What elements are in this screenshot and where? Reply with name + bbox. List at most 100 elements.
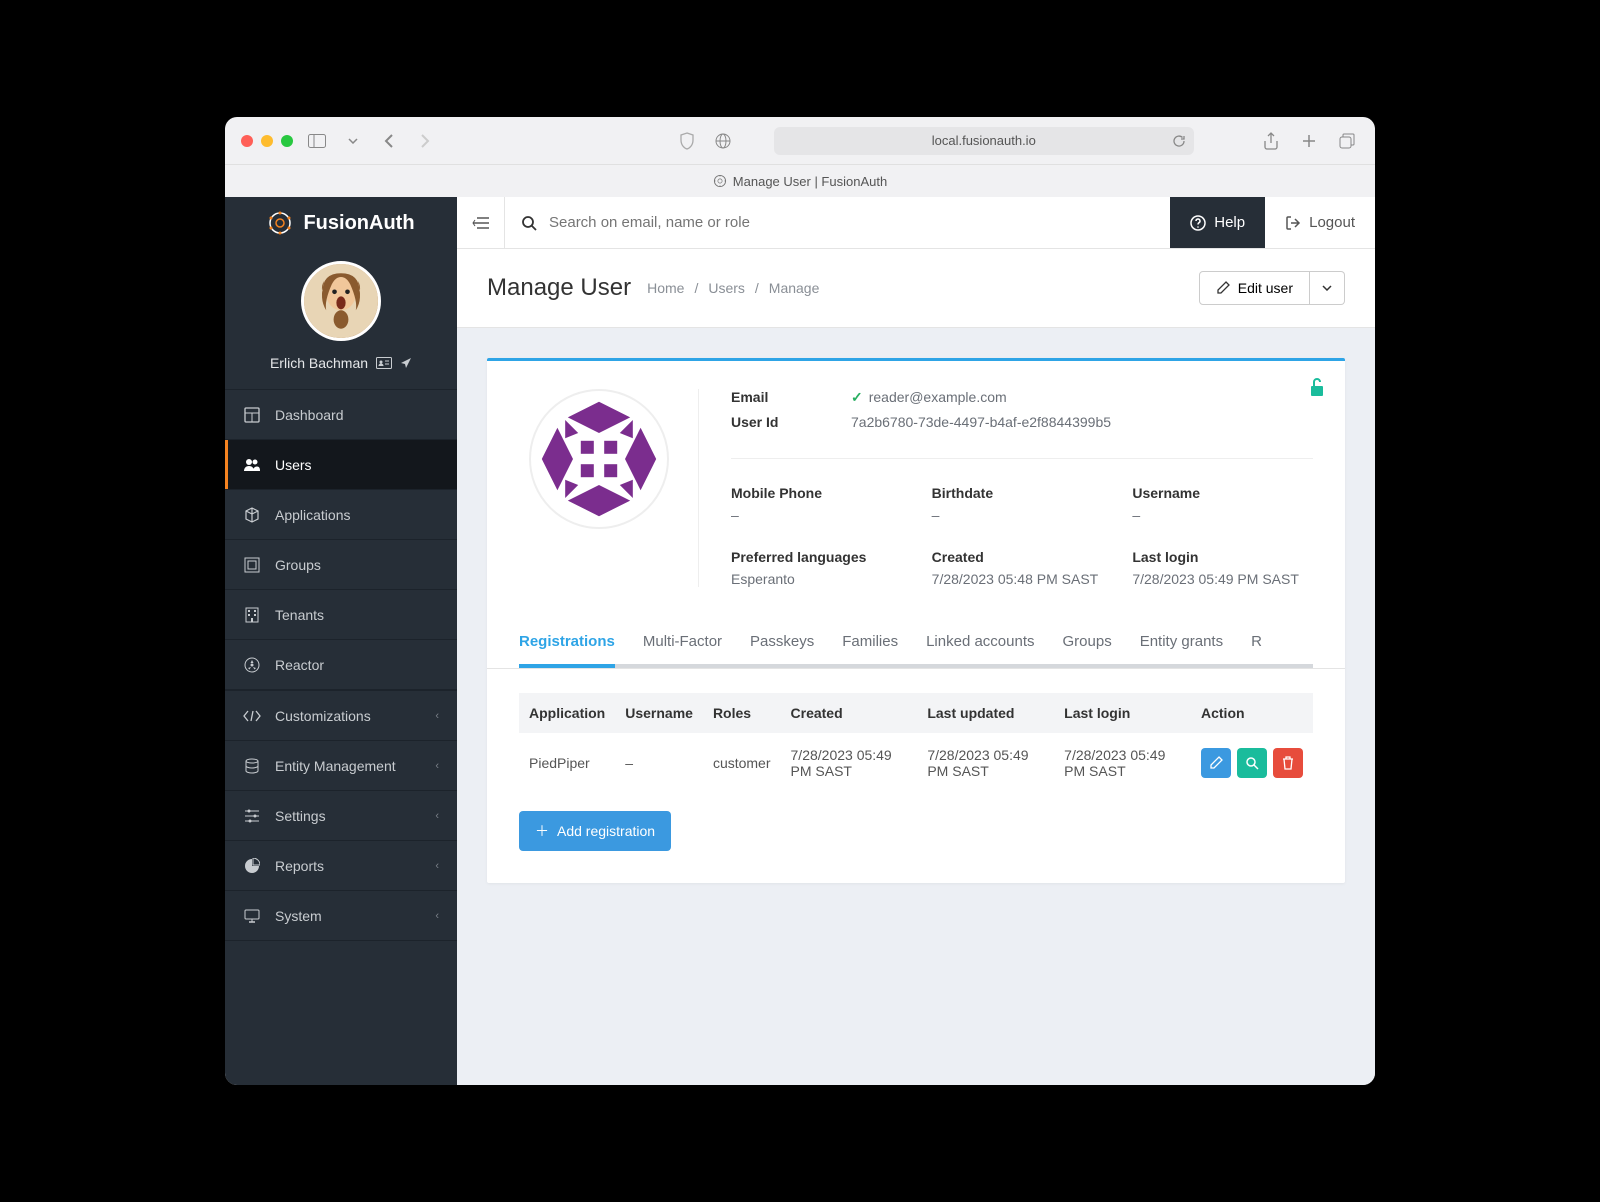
pencil-icon [1209, 756, 1223, 770]
unlock-icon[interactable] [1309, 377, 1325, 397]
minimize-window-button[interactable] [261, 135, 273, 147]
col-application: Application [519, 693, 615, 733]
cell-actions [1191, 733, 1313, 793]
fusionauth-logo-icon [267, 210, 293, 236]
id-card-icon[interactable] [376, 357, 392, 369]
search-input[interactable] [549, 214, 1154, 231]
tab-passkeys[interactable]: Passkeys [750, 615, 814, 668]
tab-title: Manage User | FusionAuth [733, 174, 887, 189]
userid-row: User Id 7a2b6780-73de-4497-b4af-e2f88443… [731, 414, 1313, 430]
nav-applications[interactable]: Applications [225, 490, 457, 540]
plus-icon: ＋ [535, 821, 549, 841]
new-tab-icon[interactable] [1297, 131, 1321, 151]
groups-icon [243, 557, 261, 573]
tab-entity-grants[interactable]: Entity grants [1140, 615, 1223, 668]
cell-last-updated: 7/28/2023 05:49 PM SAST [917, 733, 1054, 793]
nav-tenants[interactable]: Tenants [225, 590, 457, 640]
user-identicon [529, 389, 669, 529]
user-info-column: Email ✓reader@example.com User Id 7a2b67… [699, 389, 1313, 587]
user-avatar-column [519, 389, 699, 587]
help-icon [1190, 215, 1206, 231]
tabs-icon[interactable] [1335, 131, 1359, 151]
chevron-left-icon: ‹ [435, 760, 439, 772]
registrations-table-wrap: Application Username Roles Created Last … [487, 669, 1345, 883]
url-bar[interactable]: local.fusionauth.io [774, 127, 1194, 155]
row-delete-button[interactable] [1273, 748, 1303, 778]
nav-groups[interactable]: Groups [225, 540, 457, 590]
menu-toggle-button[interactable] [457, 197, 505, 248]
nav-entity-management[interactable]: Entity Management ‹ [225, 741, 457, 791]
logout-button[interactable]: Logout [1265, 197, 1375, 248]
nav-system[interactable]: System ‹ [225, 891, 457, 941]
preferred-languages-cell: Preferred languages Esperanto [731, 549, 912, 587]
add-registration-label: Add registration [557, 823, 655, 839]
refresh-icon[interactable] [1172, 134, 1186, 148]
url-text: local.fusionauth.io [932, 133, 1036, 148]
brand-logo[interactable]: FusionAuth [225, 197, 457, 249]
maximize-window-button[interactable] [281, 135, 293, 147]
nav-label: System [275, 908, 322, 924]
globe-icon [711, 131, 735, 151]
edit-user-button[interactable]: Edit user [1199, 271, 1310, 305]
nav-label: Customizations [275, 708, 371, 724]
edit-user-label: Edit user [1238, 280, 1293, 296]
tab-more[interactable]: R [1251, 615, 1262, 668]
cell-last-login: 7/28/2023 05:49 PM SAST [1054, 733, 1191, 793]
cell-username: – [615, 733, 703, 793]
user-overview: Email ✓reader@example.com User Id 7a2b67… [487, 361, 1345, 615]
tab-families[interactable]: Families [842, 615, 898, 668]
location-arrow-icon[interactable] [400, 357, 412, 369]
add-registration-button[interactable]: ＋ Add registration [519, 811, 671, 851]
sidebar-toggle-icon[interactable] [305, 131, 329, 151]
row-view-button[interactable] [1237, 748, 1267, 778]
tab-multi-factor[interactable]: Multi-Factor [643, 615, 722, 668]
window-controls [241, 135, 293, 147]
nav-label: Applications [275, 507, 351, 523]
chevron-down-icon[interactable] [341, 131, 365, 151]
help-label: Help [1214, 214, 1245, 231]
nav-label: Settings [275, 808, 326, 824]
browser-toolbar: local.fusionauth.io [225, 117, 1375, 165]
page-title: Manage User [487, 274, 631, 302]
nav-settings[interactable]: Settings ‹ [225, 791, 457, 841]
nav-users[interactable]: Users [225, 440, 457, 490]
tab-groups[interactable]: Groups [1063, 615, 1112, 668]
code-icon [243, 710, 261, 722]
nav-reports[interactable]: Reports ‹ [225, 841, 457, 891]
cell-created: 7/28/2023 05:49 PM SAST [781, 733, 918, 793]
table-row: PiedPiper – customer 7/28/2023 05:49 PM … [519, 733, 1313, 793]
nav-label: Reactor [275, 657, 324, 673]
nav-customizations[interactable]: Customizations ‹ [225, 691, 457, 741]
tabs: Registrations Multi-Factor Passkeys Fami… [487, 615, 1345, 669]
shield-icon[interactable] [675, 131, 699, 151]
sliders-icon [243, 809, 261, 823]
edit-user-dropdown[interactable] [1310, 271, 1345, 305]
logout-label: Logout [1309, 214, 1355, 231]
chevron-left-icon: ‹ [435, 810, 439, 822]
tab-title-bar: Manage User | FusionAuth [225, 165, 1375, 197]
close-window-button[interactable] [241, 135, 253, 147]
registrations-table: Application Username Roles Created Last … [519, 693, 1313, 793]
search-icon [1245, 756, 1259, 770]
breadcrumb-home[interactable]: Home [647, 280, 684, 296]
tab-registrations[interactable]: Registrations [519, 615, 615, 668]
reactor-icon [243, 657, 261, 673]
user-info-grid: Mobile Phone – Birthdate – Username – [731, 458, 1313, 587]
breadcrumb-current: Manage [769, 280, 820, 296]
current-user-name-row: Erlich Bachman [270, 355, 412, 371]
breadcrumb: Home / Users / Manage [647, 280, 819, 296]
nav-reactor[interactable]: Reactor [225, 640, 457, 690]
share-icon[interactable] [1259, 131, 1283, 151]
breadcrumb-users[interactable]: Users [708, 280, 745, 296]
row-edit-button[interactable] [1201, 748, 1231, 778]
nav-dashboard[interactable]: Dashboard [225, 390, 457, 440]
favicon-icon [713, 174, 727, 188]
tab-linked-accounts[interactable]: Linked accounts [926, 615, 1034, 668]
current-user-avatar[interactable] [301, 261, 381, 341]
help-button[interactable]: Help [1170, 197, 1265, 248]
forward-button[interactable] [413, 131, 437, 151]
browser-window: local.fusionauth.io Manage User | Fusion… [225, 117, 1375, 1085]
back-button[interactable] [377, 131, 401, 151]
topbar: Help Logout [457, 197, 1375, 249]
content-area: Email ✓reader@example.com User Id 7a2b67… [457, 328, 1375, 1085]
